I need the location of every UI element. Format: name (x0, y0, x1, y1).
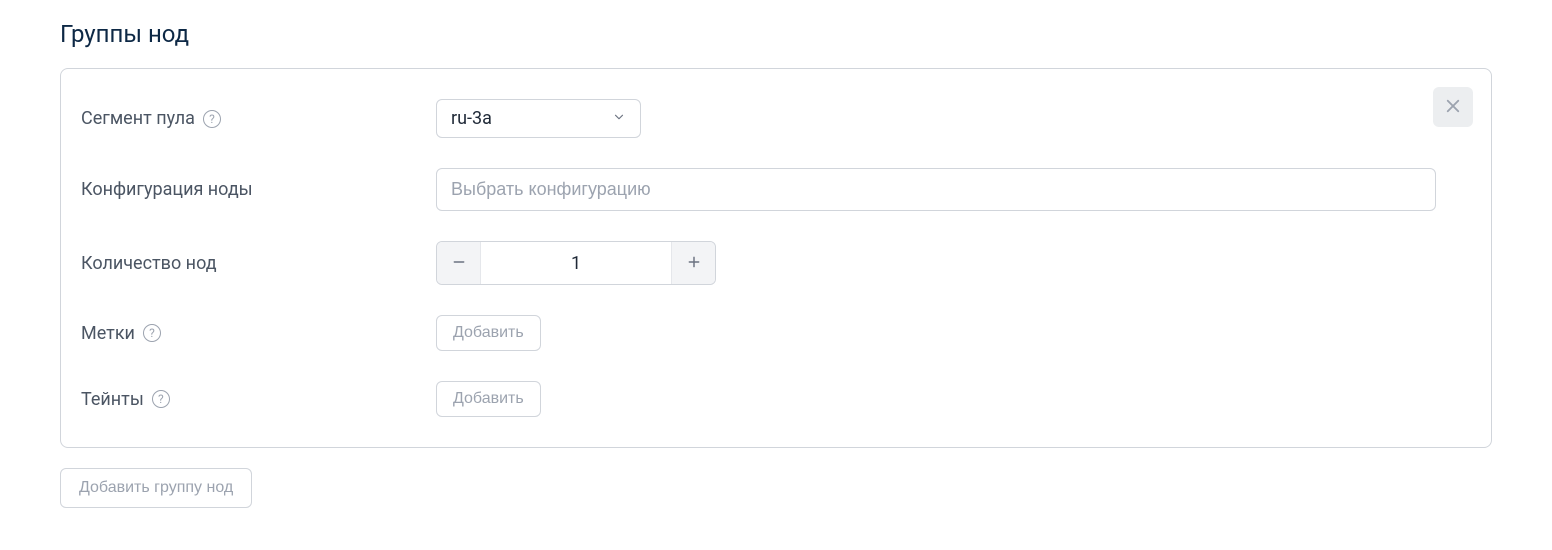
chevron-down-icon (612, 108, 626, 129)
node-config-label: Конфигурация ноды (81, 179, 436, 200)
node-config-row: Конфигурация ноды (81, 168, 1451, 211)
node-count-label: Количество нод (81, 253, 436, 274)
plus-icon (687, 252, 701, 275)
help-icon[interactable]: ? (203, 110, 221, 128)
add-node-group-button[interactable]: Добавить группу нод (60, 468, 252, 508)
help-icon[interactable]: ? (152, 390, 170, 408)
remove-group-button[interactable] (1433, 87, 1473, 127)
taints-row: Тейнты ? Добавить (81, 381, 1451, 417)
increment-button[interactable] (671, 242, 715, 284)
add-taint-button[interactable]: Добавить (436, 381, 541, 417)
decrement-button[interactable] (437, 242, 481, 284)
labels-label-text: Метки (81, 323, 135, 344)
pool-segment-label-text: Сегмент пула (81, 108, 195, 129)
node-group-card: Сегмент пула ? ru-3a Конфигурация ноды К… (60, 68, 1492, 448)
close-icon (1444, 97, 1462, 118)
taints-label: Тейнты ? (81, 389, 436, 410)
help-icon[interactable]: ? (143, 324, 161, 342)
node-count-stepper: 1 (436, 241, 716, 285)
add-label-button[interactable]: Добавить (436, 315, 541, 351)
taints-label-text: Тейнты (81, 389, 144, 410)
pool-segment-select[interactable]: ru-3a (436, 99, 641, 138)
node-count-row: Количество нод 1 (81, 241, 1451, 285)
section-title: Группы нод (60, 20, 1492, 48)
labels-row: Метки ? Добавить (81, 315, 1451, 351)
node-config-label-text: Конфигурация ноды (81, 179, 253, 200)
pool-segment-row: Сегмент пула ? ru-3a (81, 99, 1451, 138)
labels-label: Метки ? (81, 323, 436, 344)
node-count-value: 1 (481, 242, 671, 284)
pool-segment-label: Сегмент пула ? (81, 108, 436, 129)
node-config-input[interactable] (436, 168, 1436, 211)
pool-segment-value: ru-3a (451, 108, 492, 129)
node-count-label-text: Количество нод (81, 253, 217, 274)
minus-icon (452, 252, 466, 275)
